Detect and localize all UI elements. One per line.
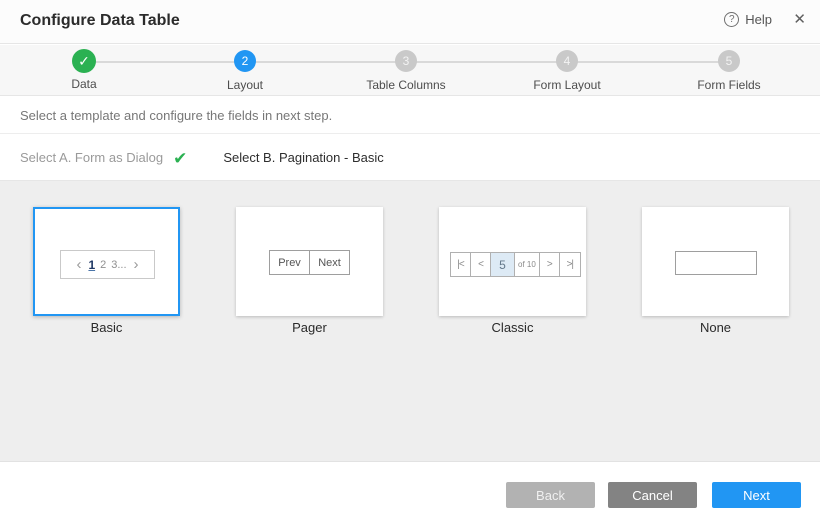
- selection-summary-row: Select A. Form as Dialog ✔ Select B. Pag…: [0, 134, 820, 181]
- select-a-check-icon: ✔: [173, 150, 187, 167]
- next-button-preview: Next: [309, 250, 350, 275]
- template-card-none[interactable]: [642, 207, 789, 316]
- template-cards-area: ‹ 1 2 3... › Basic Prev Next Pager |< < …: [0, 181, 820, 461]
- help-label: Help: [745, 12, 772, 27]
- wizard-stepper: ✓ Data 2 Layout 3 Table Columns 4 Form L…: [0, 45, 820, 96]
- select-a-label: Select A. Form as Dialog: [20, 150, 163, 165]
- template-card-basic[interactable]: ‹ 1 2 3... ›: [33, 207, 180, 316]
- instruction-row: Select a template and configure the fiel…: [0, 97, 820, 134]
- dialog-title: Configure Data Table: [20, 12, 180, 30]
- dialog-footer: Back Cancel Next: [0, 461, 820, 518]
- step-form-layout[interactable]: 4 Form Layout: [502, 50, 632, 92]
- step-layout[interactable]: 2 Layout: [180, 50, 310, 92]
- page-2: 2: [100, 259, 106, 271]
- none-preview-box: [675, 251, 757, 275]
- step-layout-number: 2: [234, 50, 256, 72]
- help-question-icon: ?: [724, 12, 739, 27]
- step-form-fields-label: Form Fields: [697, 78, 760, 92]
- close-icon[interactable]: ✕: [793, 11, 806, 29]
- card-label-pager: Pager: [236, 320, 383, 335]
- step-data[interactable]: ✓ Data: [19, 50, 149, 91]
- next-page-icon: >: [540, 253, 560, 276]
- card-label-basic: Basic: [33, 320, 180, 335]
- cancel-button[interactable]: Cancel: [608, 482, 697, 508]
- page-3-ellipsis: 3...: [111, 259, 126, 271]
- page-1-current: 1: [88, 258, 95, 272]
- prev-arrow-icon: ‹: [74, 257, 83, 272]
- step-table-columns-label: Table Columns: [366, 78, 445, 92]
- of-total-cell: of 10: [515, 253, 540, 276]
- dialog-titlebar: Configure Data Table ? Help ✕: [0, 0, 820, 44]
- prev-page-icon: <: [471, 253, 491, 276]
- template-card-pager[interactable]: Prev Next: [236, 207, 383, 316]
- step-data-check-icon: ✓: [72, 49, 96, 73]
- instruction-text: Select a template and configure the fiel…: [20, 108, 332, 123]
- classic-pagination-preview: |< < 5 of 10 > >|: [450, 252, 581, 277]
- template-card-classic[interactable]: |< < 5 of 10 > >|: [439, 207, 586, 316]
- configure-data-table-dialog: Configure Data Table ? Help ✕ ✓ Data 2 L…: [0, 0, 820, 518]
- step-form-layout-label: Form Layout: [533, 78, 600, 92]
- prev-button-preview: Prev: [269, 250, 310, 275]
- step-form-fields-number: 5: [718, 50, 740, 72]
- first-page-icon: |<: [451, 253, 471, 276]
- current-page-cell: 5: [491, 253, 515, 276]
- last-page-icon: >|: [560, 253, 580, 276]
- pager-preview: Prev Next: [269, 250, 350, 275]
- step-form-fields[interactable]: 5 Form Fields: [664, 50, 794, 92]
- step-form-layout-number: 4: [556, 50, 578, 72]
- help-button[interactable]: ? Help: [724, 12, 772, 27]
- step-table-columns[interactable]: 3 Table Columns: [341, 50, 471, 92]
- next-button[interactable]: Next: [712, 482, 801, 508]
- back-button[interactable]: Back: [506, 482, 595, 508]
- card-label-classic: Classic: [439, 320, 586, 335]
- card-label-none: None: [642, 320, 789, 335]
- step-table-columns-number: 3: [395, 50, 417, 72]
- next-arrow-icon: ›: [132, 257, 141, 272]
- basic-pagination-preview: ‹ 1 2 3... ›: [60, 250, 155, 279]
- select-b-label: Select B. Pagination - Basic: [223, 150, 383, 165]
- step-data-label: Data: [71, 77, 96, 91]
- step-layout-label: Layout: [227, 78, 263, 92]
